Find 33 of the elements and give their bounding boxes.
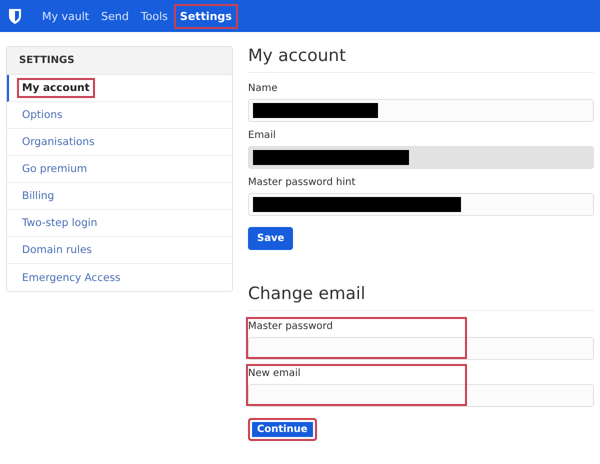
field-label: New email — [248, 368, 302, 379]
sidebar-item[interactable]: Two-step login — [7, 210, 232, 237]
shield-logo-icon[interactable] — [8, 8, 22, 24]
sidebar-link[interactable]: Options — [19, 107, 66, 123]
nav-link[interactable]: My vault — [38, 6, 94, 26]
sidebar-item[interactable]: Billing — [7, 183, 232, 210]
field-label: Master password hint — [248, 177, 356, 188]
sidebar-item[interactable]: Organisations — [7, 129, 232, 156]
sidebar-item[interactable]: My account — [7, 75, 232, 102]
sidebar-link[interactable]: Go premium — [19, 161, 90, 177]
section-heading: Change email — [248, 284, 594, 311]
sidebar-item[interactable]: Domain rules — [7, 237, 232, 264]
nav-link[interactable]: Send — [97, 6, 133, 26]
section-heading: My account — [248, 46, 594, 73]
sidebar-item[interactable]: Options — [7, 102, 232, 129]
sidebar-item[interactable]: Go premium — [7, 156, 232, 183]
nav-link[interactable]: Settings — [176, 6, 236, 26]
sidebar-link[interactable]: My account — [19, 80, 93, 96]
save-button[interactable]: Save — [248, 227, 294, 250]
field-label: Master password — [248, 321, 334, 332]
sidebar-link[interactable]: Two-step login — [19, 215, 100, 231]
field-label: Email — [248, 130, 277, 141]
nav-link[interactable]: Tools — [136, 6, 172, 26]
field-label: Name — [248, 83, 279, 94]
sidebar-link[interactable]: Billing — [19, 188, 58, 204]
sidebar-item[interactable]: Emergency Access — [7, 264, 232, 291]
sidebar-link[interactable]: Organisations — [19, 134, 98, 150]
sidebar-link[interactable]: Emergency Access — [19, 270, 124, 286]
input-field[interactable] — [248, 384, 594, 407]
sidebar-link[interactable]: Domain rules — [19, 242, 95, 258]
continue-button[interactable]: Continue — [248, 418, 317, 441]
sidebar-title: SETTINGS — [7, 47, 232, 75]
input-field[interactable] — [248, 337, 594, 360]
